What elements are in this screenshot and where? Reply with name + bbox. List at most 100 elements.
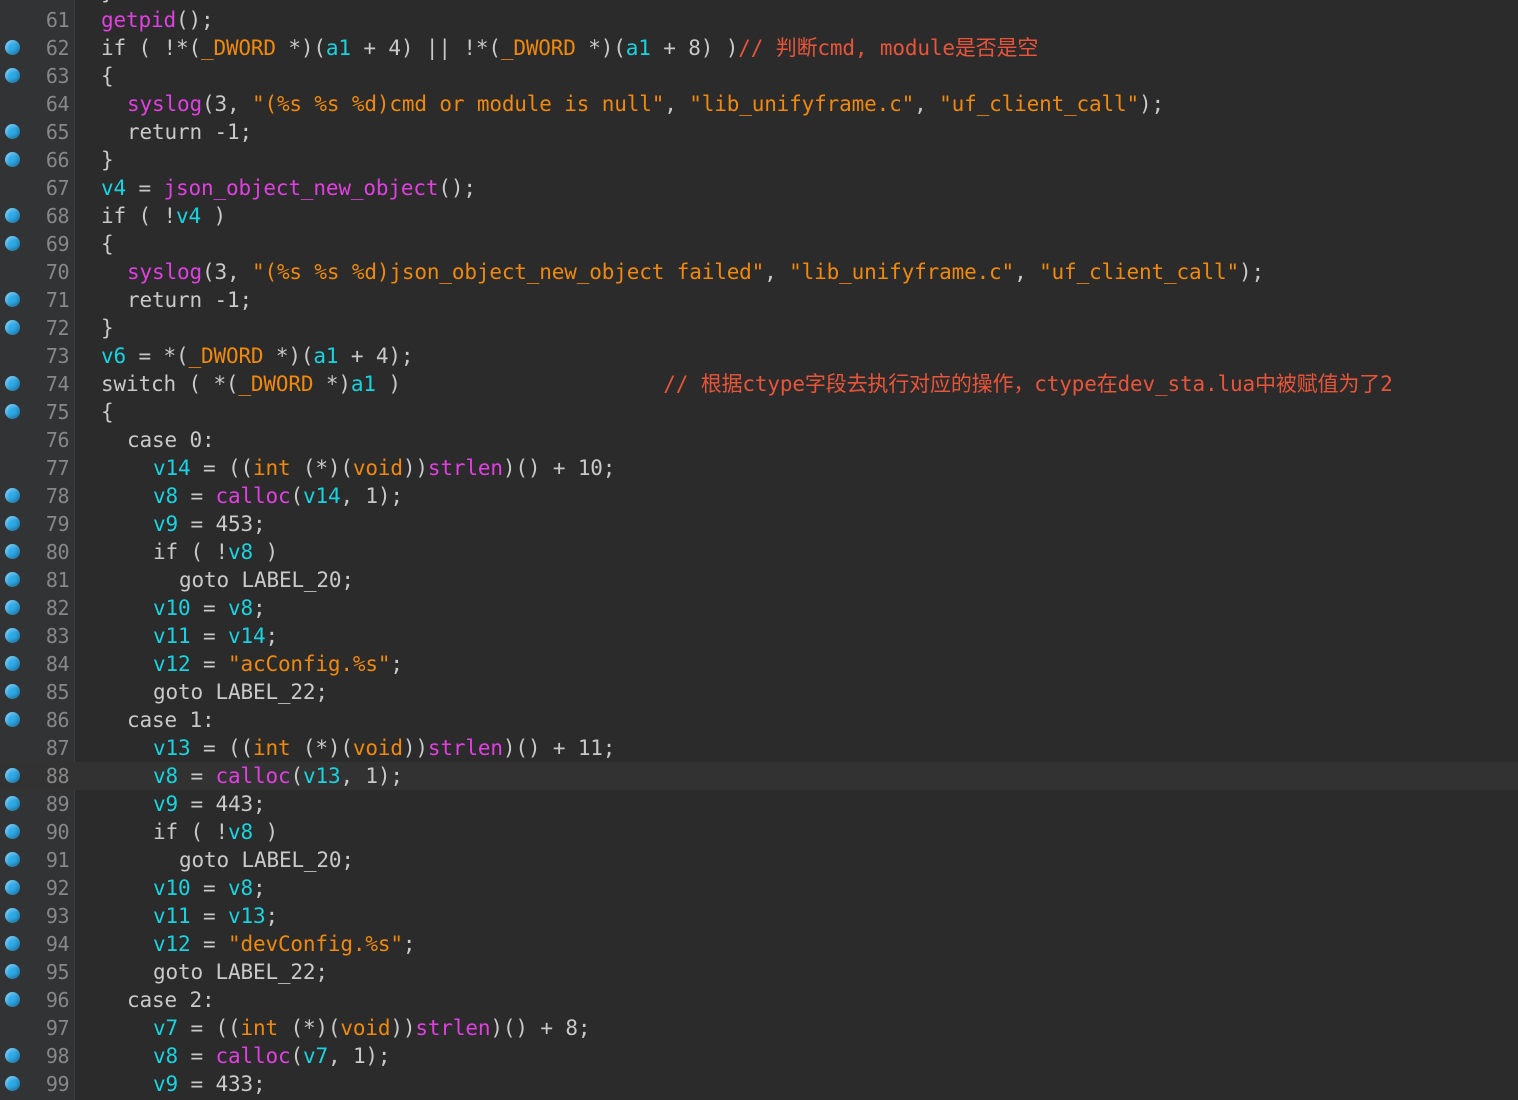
breakpoint-marker-icon[interactable] (5, 852, 20, 867)
breakpoint-marker-icon[interactable] (5, 488, 20, 503)
code-line[interactable]: 75 { (0, 398, 1518, 426)
breakpoint-marker-icon[interactable] (5, 40, 20, 55)
code-text[interactable]: v9 = 433; (153, 1070, 1518, 1098)
code-text[interactable]: } (101, 314, 1518, 342)
code-line[interactable]: 97 v7 = ((int (*)(void))strlen)() + 8; (0, 1014, 1518, 1042)
code-line[interactable]: 67 v4 = json_object_new_object(); (0, 174, 1518, 202)
code-line[interactable]: 95 goto LABEL_22; (0, 958, 1518, 986)
breakpoint-marker-icon[interactable] (5, 320, 20, 335)
code-text[interactable]: v12 = "acConfig.%s"; (153, 650, 1518, 678)
code-text[interactable]: getpid(); (101, 6, 1518, 34)
code-text[interactable]: v9 = 443; (153, 790, 1518, 818)
breakpoint-marker-icon[interactable] (5, 628, 20, 643)
code-text[interactable]: if ( !v4 ) (101, 202, 1518, 230)
code-line[interactable]: 63 { (0, 62, 1518, 90)
code-line[interactable]: 87 v13 = ((int (*)(void))strlen)() + 11; (0, 734, 1518, 762)
code-line[interactable]: 99 v9 = 433; (0, 1070, 1518, 1098)
code-line[interactable]: 96 case 2: (0, 986, 1518, 1014)
breakpoint-marker-icon[interactable] (5, 908, 20, 923)
code-line[interactable]: 64 syslog(3, "(%s %s %d)cmd or module is … (0, 90, 1518, 118)
code-text[interactable]: case 1: (127, 706, 1518, 734)
code-text[interactable]: goto LABEL_20; (179, 566, 1518, 594)
breakpoint-marker-icon[interactable] (5, 712, 20, 727)
code-text[interactable]: if ( !*(_DWORD *)(a1 + 4) || !*(_DWORD *… (101, 34, 1518, 62)
breakpoint-marker-icon[interactable] (5, 376, 20, 391)
code-text[interactable]: return -1; (127, 118, 1518, 146)
code-line[interactable]: 61 getpid(); (0, 6, 1518, 34)
code-line[interactable]: 98 v8 = calloc(v7, 1); (0, 1042, 1518, 1070)
code-text[interactable]: goto LABEL_20; (179, 846, 1518, 874)
code-text[interactable]: goto LABEL_22; (153, 958, 1518, 986)
code-text[interactable]: if ( !v8 ) (153, 818, 1518, 846)
breakpoint-marker-icon[interactable] (5, 600, 20, 615)
pseudocode-editor[interactable]: } 61getpid();62if ( !*(_DWORD *)(a1 + 4)… (0, 0, 1518, 1100)
code-text[interactable]: { (101, 230, 1518, 258)
code-line[interactable]: 84 v12 = "acConfig.%s"; (0, 650, 1518, 678)
code-line[interactable]: 85 goto LABEL_22; (0, 678, 1518, 706)
code-line[interactable]: 83 v11 = v14; (0, 622, 1518, 650)
code-text[interactable]: v13 = ((int (*)(void))strlen)() + 11; (153, 734, 1518, 762)
breakpoint-marker-icon[interactable] (5, 964, 20, 979)
code-text[interactable]: v8 = calloc(v13, 1); (153, 762, 1518, 790)
code-line[interactable]: 90 if ( !v8 ) (0, 818, 1518, 846)
code-text[interactable]: switch ( *(_DWORD *)a1 ) // 根据ctype字段去执行… (101, 370, 1518, 398)
code-text[interactable]: v14 = ((int (*)(void))strlen)() + 10; (153, 454, 1518, 482)
code-text[interactable]: return -1; (127, 286, 1518, 314)
code-text[interactable]: case 2: (127, 986, 1518, 1014)
code-line[interactable]: 80 if ( !v8 ) (0, 538, 1518, 566)
breakpoint-marker-icon[interactable] (5, 292, 20, 307)
code-line[interactable]: 94 v12 = "devConfig.%s"; (0, 930, 1518, 958)
code-text[interactable]: v6 = *(_DWORD *)(a1 + 4); (101, 342, 1518, 370)
code-line[interactable]: 88 v8 = calloc(v13, 1); (0, 762, 1518, 790)
code-text[interactable]: { (101, 398, 1518, 426)
code-line[interactable]: 77 v14 = ((int (*)(void))strlen)() + 10; (0, 454, 1518, 482)
code-text[interactable]: v11 = v14; (153, 622, 1518, 650)
breakpoint-marker-icon[interactable] (5, 824, 20, 839)
code-text[interactable]: v9 = 453; (153, 510, 1518, 538)
code-text[interactable]: } (101, 146, 1518, 174)
code-line[interactable]: 69 { (0, 230, 1518, 258)
code-text[interactable]: v7 = ((int (*)(void))strlen)() + 8; (153, 1014, 1518, 1042)
breakpoint-marker-icon[interactable] (5, 796, 20, 811)
code-line[interactable]: 92 v10 = v8; (0, 874, 1518, 902)
code-text[interactable]: v11 = v13; (153, 902, 1518, 930)
code-line[interactable]: 79 v9 = 453; (0, 510, 1518, 538)
breakpoint-marker-icon[interactable] (5, 68, 20, 83)
code-line[interactable]: 72} (0, 314, 1518, 342)
breakpoint-marker-icon[interactable] (5, 880, 20, 895)
breakpoint-marker-icon[interactable] (5, 1048, 20, 1063)
code-line[interactable]: 78 v8 = calloc(v14, 1); (0, 482, 1518, 510)
code-text[interactable]: v10 = v8; (153, 874, 1518, 902)
code-line[interactable]: 74 switch ( *(_DWORD *)a1 ) // 根据ctype字段去… (0, 370, 1518, 398)
code-text[interactable]: v10 = v8; (153, 594, 1518, 622)
code-line[interactable]: 81 goto LABEL_20; (0, 566, 1518, 594)
breakpoint-marker-icon[interactable] (5, 208, 20, 223)
code-line[interactable]: 68 if ( !v4 ) (0, 202, 1518, 230)
breakpoint-marker-icon[interactable] (5, 1076, 20, 1091)
code-line[interactable]: 93 v11 = v13; (0, 902, 1518, 930)
breakpoint-marker-icon[interactable] (5, 152, 20, 167)
breakpoint-marker-icon[interactable] (5, 236, 20, 251)
code-text[interactable]: case 0: (127, 426, 1518, 454)
code-text[interactable]: syslog(3, "(%s %s %d)json_object_new_obj… (127, 258, 1518, 286)
code-line[interactable]: 89 v9 = 443; (0, 790, 1518, 818)
breakpoint-marker-icon[interactable] (5, 936, 20, 951)
code-text[interactable]: if ( !v8 ) (153, 538, 1518, 566)
code-text[interactable]: v8 = calloc(v14, 1); (153, 482, 1518, 510)
breakpoint-marker-icon[interactable] (5, 544, 20, 559)
breakpoint-marker-icon[interactable] (5, 572, 20, 587)
code-line[interactable]: 76 case 0: (0, 426, 1518, 454)
code-text[interactable]: syslog(3, "(%s %s %d)cmd or module is nu… (127, 90, 1518, 118)
breakpoint-marker-icon[interactable] (5, 992, 20, 1007)
code-line[interactable]: 91 goto LABEL_20; (0, 846, 1518, 874)
breakpoint-marker-icon[interactable] (5, 656, 20, 671)
code-line[interactable]: 71 return -1; (0, 286, 1518, 314)
code-line[interactable]: 66} (0, 146, 1518, 174)
code-line[interactable]: 62 if ( !*(_DWORD *)(a1 + 4) || !*(_DWORD… (0, 34, 1518, 62)
code-text[interactable]: v12 = "devConfig.%s"; (153, 930, 1518, 958)
code-text[interactable]: goto LABEL_22; (153, 678, 1518, 706)
code-line[interactable]: 86 case 1: (0, 706, 1518, 734)
code-text[interactable]: v8 = calloc(v7, 1); (153, 1042, 1518, 1070)
code-line[interactable]: 70 syslog(3, "(%s %s %d)json_object_new_o… (0, 258, 1518, 286)
breakpoint-marker-icon[interactable] (5, 404, 20, 419)
